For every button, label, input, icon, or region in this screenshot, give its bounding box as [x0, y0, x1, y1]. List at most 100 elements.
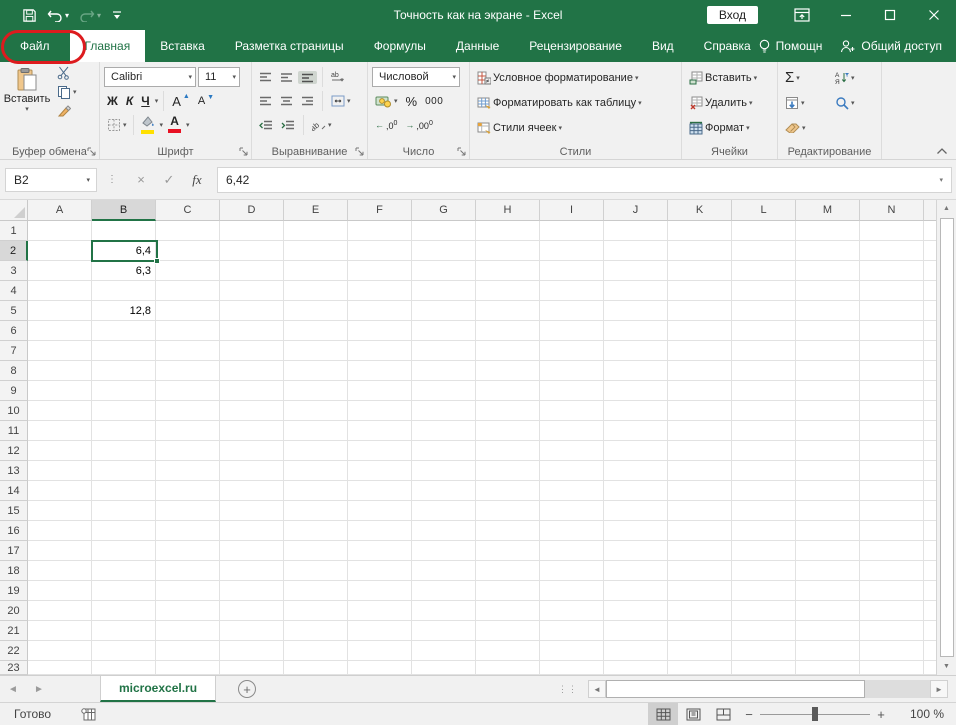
save-button[interactable] — [22, 8, 37, 23]
cell-D17[interactable] — [220, 541, 284, 561]
cell-I11[interactable] — [540, 421, 604, 441]
cell-M10[interactable] — [796, 401, 860, 421]
cell-N23[interactable] — [860, 661, 924, 675]
prev-sheet-icon[interactable]: ◄ — [0, 676, 26, 702]
paste-button[interactable]: Вставить ▾ — [4, 67, 50, 113]
conditional-formatting-button[interactable]: ≠ Условное форматирование ▾ — [474, 70, 677, 86]
cell-L22[interactable] — [732, 641, 796, 661]
cell-N9[interactable] — [860, 381, 924, 401]
cell-B1[interactable] — [92, 221, 156, 241]
undo-button[interactable]: ▾ — [47, 8, 69, 22]
redo-button[interactable]: ▾ — [79, 8, 101, 22]
horizontal-scroll-thumb[interactable] — [606, 680, 866, 698]
cell-J7[interactable] — [604, 341, 668, 361]
cell-I4[interactable] — [540, 281, 604, 301]
cell-F14[interactable] — [348, 481, 412, 501]
cell-A21[interactable] — [28, 621, 92, 641]
ribbon-tab-home[interactable]: Главная — [69, 30, 146, 62]
horizontal-scrollbar[interactable]: ◄ ► — [588, 676, 948, 702]
ribbon-tab-formulas[interactable]: Формулы — [359, 30, 441, 62]
row-header-10[interactable]: 10 — [0, 401, 28, 421]
italic-button[interactable]: К — [123, 93, 136, 109]
cell-L19[interactable] — [732, 581, 796, 601]
scroll-right-icon[interactable]: ► — [930, 680, 948, 698]
sheet-tab-active[interactable]: microexcel.ru — [100, 676, 217, 702]
cell-F1[interactable] — [348, 221, 412, 241]
cell-M19[interactable] — [796, 581, 860, 601]
cell-J19[interactable] — [604, 581, 668, 601]
ribbon-tab-help[interactable]: Справка — [689, 30, 766, 62]
align-top-button[interactable] — [256, 71, 275, 84]
row-header-12[interactable]: 12 — [0, 441, 28, 461]
align-left-button[interactable] — [256, 95, 275, 108]
view-normal-button[interactable] — [648, 703, 678, 725]
cell-I20[interactable] — [540, 601, 604, 621]
cell-F7[interactable] — [348, 341, 412, 361]
ribbon-tab-file[interactable]: Файл — [0, 30, 70, 62]
cell-C10[interactable] — [156, 401, 220, 421]
fill-button[interactable]: ▾ — [782, 95, 832, 111]
cell-J23[interactable] — [604, 661, 668, 675]
cell-G6[interactable] — [412, 321, 476, 341]
cell-E21[interactable] — [284, 621, 348, 641]
cell-J10[interactable] — [604, 401, 668, 421]
cell-H10[interactable] — [476, 401, 540, 421]
cell-K15[interactable] — [668, 501, 732, 521]
cell-N12[interactable] — [860, 441, 924, 461]
cell-L7[interactable] — [732, 341, 796, 361]
cell-K11[interactable] — [668, 421, 732, 441]
row-header-23[interactable]: 23 — [0, 661, 28, 675]
sort-filter-button[interactable]: АЯ ▾ — [832, 70, 878, 86]
vertical-scroll-thumb[interactable] — [939, 218, 954, 657]
cell-K5[interactable] — [668, 301, 732, 321]
cell-H9[interactable] — [476, 381, 540, 401]
format-painter-button[interactable] — [54, 103, 95, 119]
cell-D9[interactable] — [220, 381, 284, 401]
cell-I10[interactable] — [540, 401, 604, 421]
cell-J2[interactable] — [604, 241, 668, 261]
tab-splitter-handle[interactable]: ⋮⋮ — [558, 684, 578, 695]
cell-M15[interactable] — [796, 501, 860, 521]
cell-K4[interactable] — [668, 281, 732, 301]
cell-F21[interactable] — [348, 621, 412, 641]
cell-C23[interactable] — [156, 661, 220, 675]
cell-G10[interactable] — [412, 401, 476, 421]
cell-N3[interactable] — [860, 261, 924, 281]
cell-A18[interactable] — [28, 561, 92, 581]
cell-styles-button[interactable]: Стили ячеек ▾ — [474, 120, 677, 136]
cell-M21[interactable] — [796, 621, 860, 641]
cell-F3[interactable] — [348, 261, 412, 281]
cell-F18[interactable] — [348, 561, 412, 581]
cell-K21[interactable] — [668, 621, 732, 641]
col-header-A[interactable]: A — [28, 200, 92, 221]
cell-M8[interactable] — [796, 361, 860, 381]
cell-C2[interactable] — [156, 241, 220, 261]
merge-center-button[interactable]: ▾ — [328, 94, 354, 108]
cell-N18[interactable] — [860, 561, 924, 581]
cell-M20[interactable] — [796, 601, 860, 621]
cell-G21[interactable] — [412, 621, 476, 641]
cell-L20[interactable] — [732, 601, 796, 621]
cell-L11[interactable] — [732, 421, 796, 441]
cell-F20[interactable] — [348, 601, 412, 621]
font-color-button[interactable]: А — [165, 115, 184, 134]
cell-A11[interactable] — [28, 421, 92, 441]
cell-B3[interactable]: 6,3 — [92, 261, 156, 281]
cell-H7[interactable] — [476, 341, 540, 361]
cell-J13[interactable] — [604, 461, 668, 481]
zoom-in-button[interactable]: + — [870, 707, 892, 722]
name-box[interactable]: B2 ▾ — [5, 167, 97, 192]
cell-I5[interactable] — [540, 301, 604, 321]
cell-A6[interactable] — [28, 321, 92, 341]
cell-I6[interactable] — [540, 321, 604, 341]
decrease-font-button[interactable]: A ▼ — [195, 94, 217, 108]
cell-C9[interactable] — [156, 381, 220, 401]
cell-G17[interactable] — [412, 541, 476, 561]
cell-J18[interactable] — [604, 561, 668, 581]
row-header-6[interactable]: 6 — [0, 321, 28, 341]
cell-K3[interactable] — [668, 261, 732, 281]
cell-D11[interactable] — [220, 421, 284, 441]
cell-M6[interactable] — [796, 321, 860, 341]
font-family-combo[interactable]: Calibri ▾ — [104, 67, 196, 87]
align-right-button[interactable] — [298, 95, 317, 108]
